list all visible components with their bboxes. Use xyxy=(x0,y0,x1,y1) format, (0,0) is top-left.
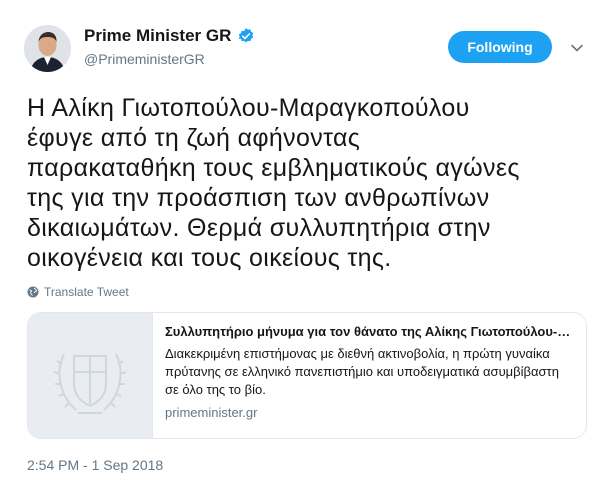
profile-photo xyxy=(24,25,71,72)
author-name-row[interactable]: Prime Minister GR xyxy=(84,26,255,46)
author-display-name[interactable]: Prime Minister GR xyxy=(84,26,231,46)
card-title[interactable]: Συλλυπητήριο μήνυμα για τον θάνατο της Α… xyxy=(165,323,575,341)
tweet-timestamp[interactable]: 2:54 PM - 1 Sep 2018 xyxy=(27,457,163,473)
greek-coat-of-arms-icon xyxy=(28,313,153,438)
translate-tweet-link[interactable]: Translate Tweet xyxy=(27,285,129,299)
card-body: Συλλυπητήριο μήνυμα για τον θάνατο της Α… xyxy=(153,313,586,438)
card-description: Διακεκριμένη επιστήμονας με διεθνή ακτιν… xyxy=(165,346,559,397)
author-handle[interactable]: @PrimeministerGR xyxy=(84,51,255,67)
chevron-down-icon[interactable] xyxy=(569,40,585,56)
author-info: Prime Minister GR @PrimeministerGR xyxy=(84,26,255,67)
card-domain: primeminister.gr xyxy=(165,405,258,420)
translate-tweet-label[interactable]: Translate Tweet xyxy=(44,285,129,299)
tweet-text: Η Αλίκη Γιωτοπούλου-Μαραγκοπούλου έφυγε … xyxy=(27,94,520,272)
avatar[interactable] xyxy=(24,25,71,72)
globe-icon xyxy=(27,286,39,298)
following-button[interactable]: Following xyxy=(448,31,552,63)
verified-badge-icon xyxy=(237,27,255,45)
link-preview-card[interactable]: Συλλυπητήριο μήνυμα για τον θάνατο της Α… xyxy=(27,312,587,439)
